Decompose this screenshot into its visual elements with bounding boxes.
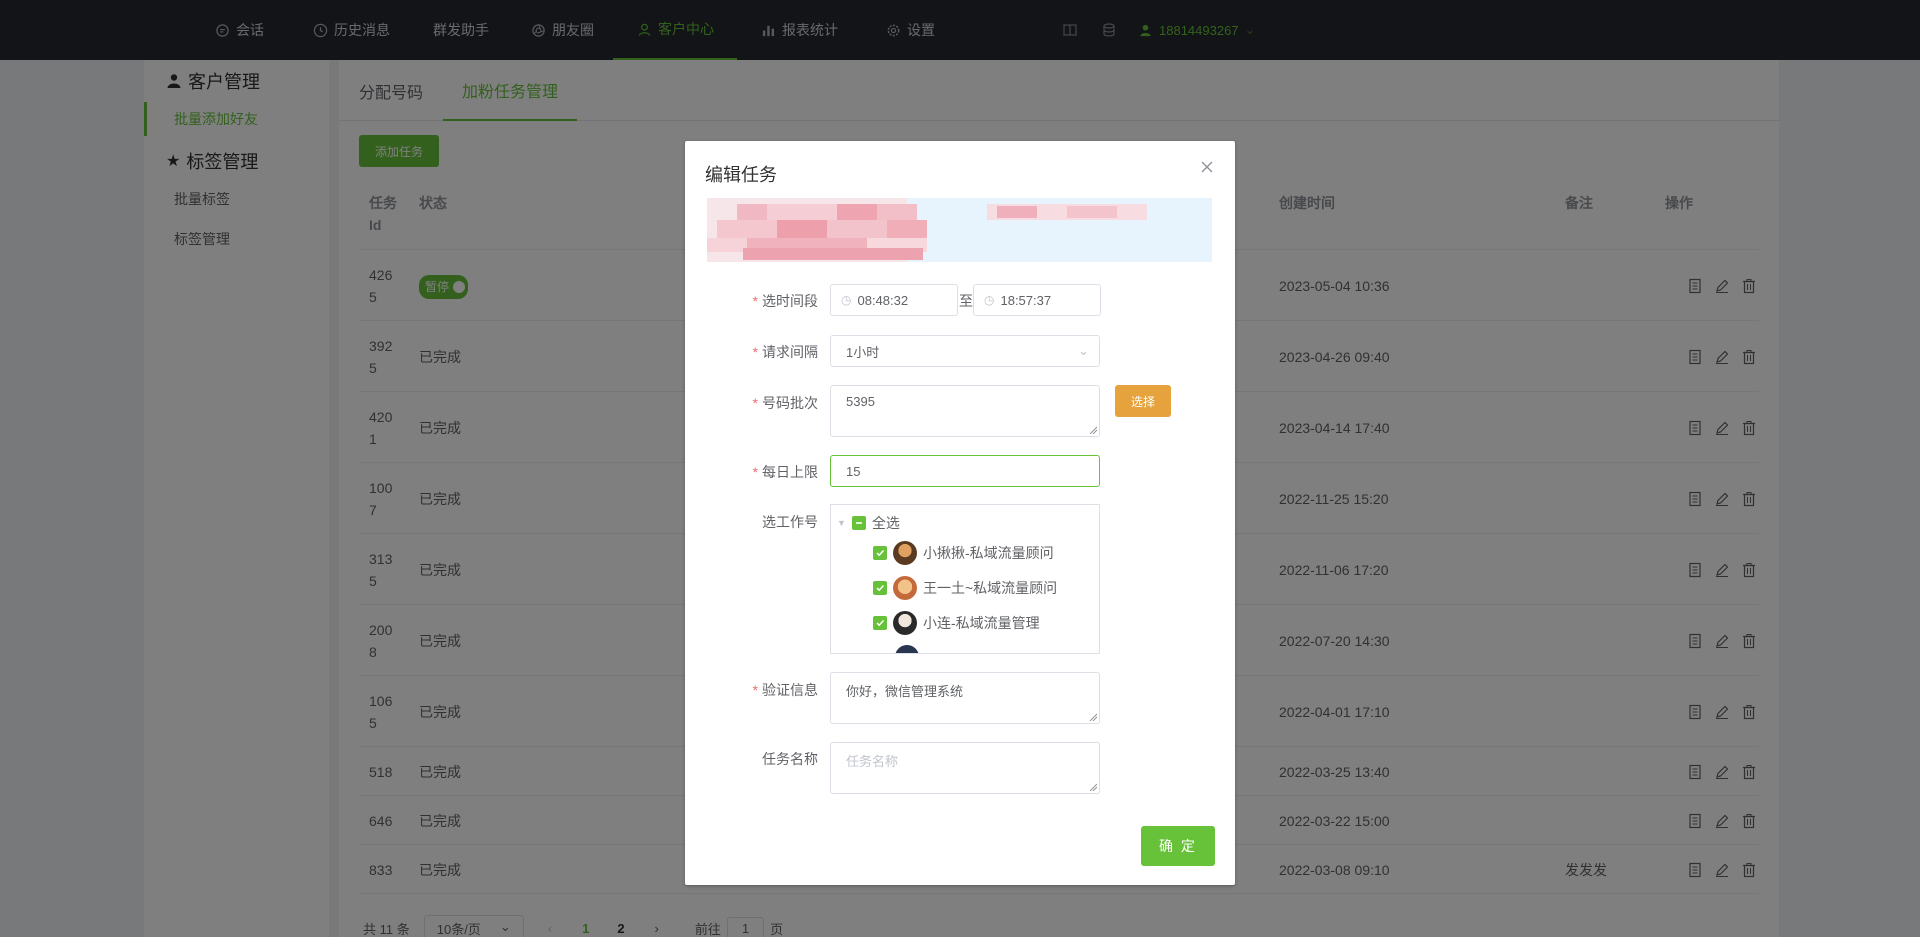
worker-checkbox[interactable] bbox=[873, 581, 887, 595]
select-batch-button[interactable]: 选择 bbox=[1115, 385, 1171, 417]
redacted-banner bbox=[707, 198, 1212, 262]
edit-task-dialog: 编辑任务 * 选时间段 ◷ 08:48:32 至 ◷ 18:57:37 * 请求间隔 bbox=[685, 141, 1235, 885]
avatar bbox=[893, 611, 917, 635]
worker-checkbox[interactable] bbox=[873, 546, 887, 560]
resize-handle-icon bbox=[1089, 426, 1097, 434]
verify-textarea[interactable]: 你好，微信管理系统 bbox=[830, 672, 1100, 724]
start-time-input[interactable]: ◷ 08:48:32 bbox=[830, 284, 958, 316]
task-name-placeholder: 任务名称 bbox=[846, 754, 899, 769]
select-all-checkbox[interactable] bbox=[851, 516, 866, 530]
tree-node-all[interactable]: ▼ 全选 bbox=[837, 513, 900, 533]
close-icon[interactable] bbox=[1199, 159, 1215, 175]
batch-textarea[interactable]: 5395 bbox=[830, 385, 1100, 437]
caret-down-icon: ▼ bbox=[837, 518, 846, 528]
avatar bbox=[893, 576, 917, 600]
interval-select[interactable]: 1小时 ⌄ bbox=[830, 335, 1100, 367]
dialog-title: 编辑任务 bbox=[705, 165, 777, 185]
tree-node-worker[interactable]: 王一土~私域流量顾问 bbox=[873, 576, 1057, 600]
tree-node-label: 小揪揪-私域流量顾问 bbox=[923, 545, 1054, 561]
label-text: 任务名称 bbox=[762, 751, 818, 767]
worker-tree[interactable]: ▼ 全选 小揪揪-私域流量顾问 王一土~私域流量顾问 小连-私域流量管理 bbox=[830, 504, 1100, 654]
tree-node-label: 小连-私域流量管理 bbox=[923, 615, 1040, 631]
label-text: 验证信息 bbox=[762, 682, 818, 698]
end-time-input[interactable]: ◷ 18:57:37 bbox=[973, 284, 1101, 316]
tree-node-label: 王一土~私域流量顾问 bbox=[923, 580, 1058, 596]
label-text: 选时间段 bbox=[762, 293, 818, 309]
interval-value: 1小时 bbox=[846, 344, 880, 360]
label-text: 选工作号 bbox=[762, 514, 818, 530]
avatar bbox=[893, 541, 917, 565]
label-text: 每日上限 bbox=[762, 464, 818, 480]
label-text: 请求间隔 bbox=[762, 344, 818, 360]
tree-node-worker[interactable]: 小揪揪-私域流量顾问 bbox=[873, 541, 1054, 565]
clock-icon: ◷ bbox=[984, 293, 995, 307]
avatar bbox=[895, 645, 919, 653]
resize-handle-icon bbox=[1089, 783, 1097, 791]
label-text: 号码批次 bbox=[762, 395, 818, 411]
time-separator: 至 bbox=[959, 293, 973, 309]
tree-node-label: 全选 bbox=[871, 515, 900, 531]
daily-limit-input[interactable]: 15 bbox=[830, 455, 1100, 487]
verify-value: 你好，微信管理系统 bbox=[846, 684, 964, 699]
daily-limit-value: 15 bbox=[846, 463, 861, 479]
confirm-button[interactable]: 确 定 bbox=[1141, 826, 1215, 866]
tree-node-worker[interactable]: 小连-私域流量管理 bbox=[873, 611, 1040, 635]
tree-node-worker-partial bbox=[895, 645, 919, 653]
resize-handle-icon bbox=[1089, 713, 1097, 721]
end-time-value: 18:57:37 bbox=[1000, 292, 1052, 308]
batch-value: 5395 bbox=[846, 394, 875, 409]
worker-checkbox[interactable] bbox=[873, 616, 887, 630]
start-time-value: 08:48:32 bbox=[857, 292, 909, 308]
task-name-textarea[interactable]: 任务名称 bbox=[830, 742, 1100, 794]
clock-icon: ◷ bbox=[841, 293, 852, 307]
chevron-down-icon: ⌄ bbox=[1078, 343, 1089, 358]
